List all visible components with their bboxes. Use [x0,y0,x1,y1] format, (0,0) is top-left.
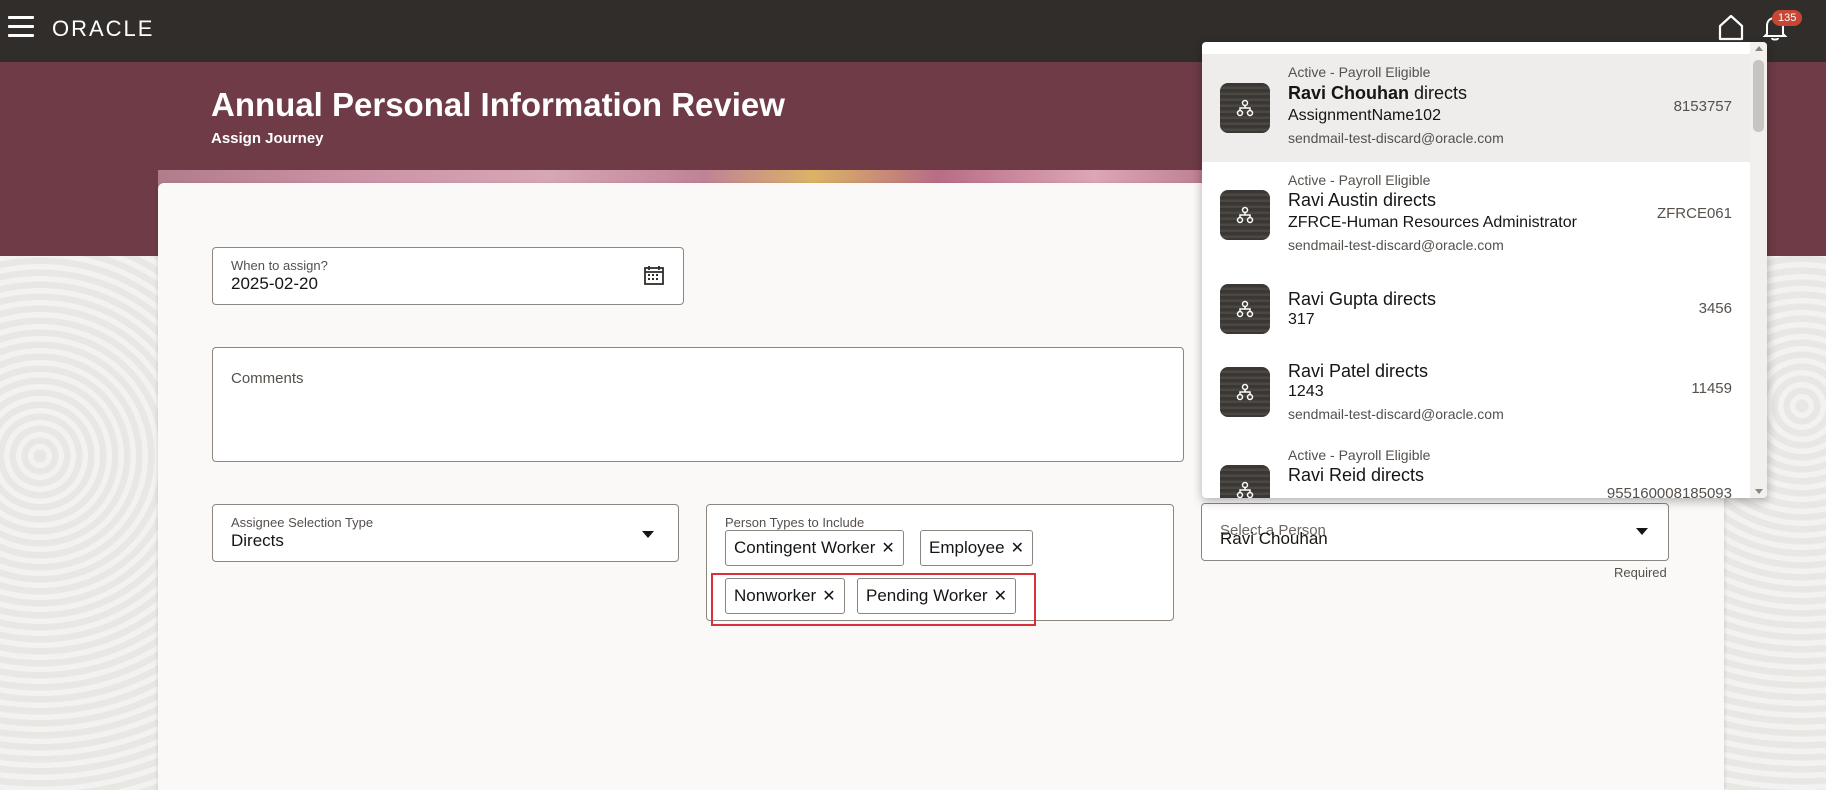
dropdown-scrollbar[interactable] [1750,42,1767,498]
person-number: 3456 [1698,300,1732,317]
background-texture-left [0,256,160,790]
assignment-name: 1243 [1288,383,1324,400]
assignee-selection-type-value: Directs [231,531,284,550]
close-icon[interactable]: ✕ [881,540,894,557]
avatar [1220,367,1270,417]
person-number: 8153757 [1673,98,1732,115]
person-name: Ravi Chouhan directs [1288,83,1467,104]
person-number: 11459 [1691,380,1732,397]
home-icon[interactable] [1716,12,1746,42]
avatar [1220,284,1270,334]
oracle-logo[interactable]: ORACLE [52,16,154,42]
assignee-selection-type-label: Assignee Selection Type [231,515,374,530]
person-option-ravi-gupta[interactable]: Ravi Gupta directs 317 3456 [1202,267,1750,347]
scroll-up-arrow-icon[interactable] [1755,46,1763,51]
page-title: Annual Personal Information Review [211,86,785,123]
org-chart-icon [1236,300,1254,318]
person-name: Ravi Gupta directs [1288,289,1437,309]
comments-label: Comments [231,370,304,387]
status-text: Active - Payroll Eligible [1288,172,1431,188]
org-chart-icon [1236,481,1254,498]
comments-field[interactable]: Comments [212,347,1184,462]
when-to-assign-label: When to assign? [231,258,328,273]
org-chart-icon [1236,206,1254,224]
select-person-value[interactable]: Ravi Chouhan [1220,529,1328,549]
avatar [1220,465,1270,498]
person-name: Ravi Reid directs [1288,465,1425,485]
chip-label: Contingent Worker [734,538,876,557]
when-to-assign-field[interactable]: When to assign? 2025-02-20 [212,247,684,305]
avatar [1220,190,1270,240]
person-name-rest: directs [1409,83,1468,103]
assignment-name: AssignmentName102 [1288,107,1441,124]
assignment-name: ZFRCE-Human Resources Administrator [1288,214,1577,231]
chip-contingent-worker[interactable]: Contingent Worker ✕ [725,530,904,566]
email-text: sendmail-test-discard@oracle.com [1288,406,1504,422]
person-name: Ravi Austin directs [1288,190,1437,210]
assignment-name: 317 [1288,311,1315,328]
person-dropdown-list[interactable]: Active - Payroll Eligible Ravi Chouhan d… [1202,42,1767,498]
status-text: Active - Payroll Eligible [1288,447,1431,463]
chip-label: Employee [929,538,1005,557]
chevron-down-icon[interactable] [1636,528,1648,535]
scroll-thumb[interactable] [1753,60,1764,132]
person-types-label: Person Types to Include [725,515,865,530]
email-text: sendmail-test-discard@oracle.com [1288,237,1504,253]
highlight-box [711,573,1036,626]
person-name-match: Ravi Chouhan [1288,83,1410,103]
org-chart-icon [1236,99,1254,117]
chip-employee[interactable]: Employee ✕ [920,530,1034,566]
status-text: Active - Payroll Eligible [1288,64,1431,80]
org-chart-icon [1236,383,1254,401]
required-hint: Required [1614,565,1667,580]
person-number: 955160008185093 [1606,485,1732,498]
hamburger-icon[interactable] [8,16,34,38]
scroll-down-arrow-icon[interactable] [1755,489,1763,494]
person-option-ravi-patel[interactable]: Ravi Patel directs 1243 sendmail-test-di… [1202,347,1750,437]
when-to-assign-value[interactable]: 2025-02-20 [231,274,318,294]
assignee-selection-type-select[interactable]: Assignee Selection Type Directs [212,504,679,562]
notification-badge: 135 [1772,10,1803,26]
email-text: sendmail-test-discard@oracle.com [1288,130,1504,146]
person-option-ravi-reid[interactable]: Active - Payroll Eligible Ravi Reid dire… [1202,437,1750,498]
avatar [1220,83,1270,133]
page-subtitle: Assign Journey [211,130,324,147]
calendar-icon[interactable] [643,264,665,286]
close-icon[interactable]: ✕ [1011,540,1024,557]
person-option-ravi-austin[interactable]: Active - Payroll Eligible Ravi Austin di… [1202,162,1750,267]
person-name: Ravi Patel directs [1288,361,1429,381]
person-number: ZFRCE061 [1656,205,1732,222]
person-option-ravi-chouhan[interactable]: Active - Payroll Eligible Ravi Chouhan d… [1202,54,1750,162]
chevron-down-icon[interactable] [642,531,654,538]
select-person-field[interactable]: Select a Person Ravi Chouhan [1201,503,1669,561]
